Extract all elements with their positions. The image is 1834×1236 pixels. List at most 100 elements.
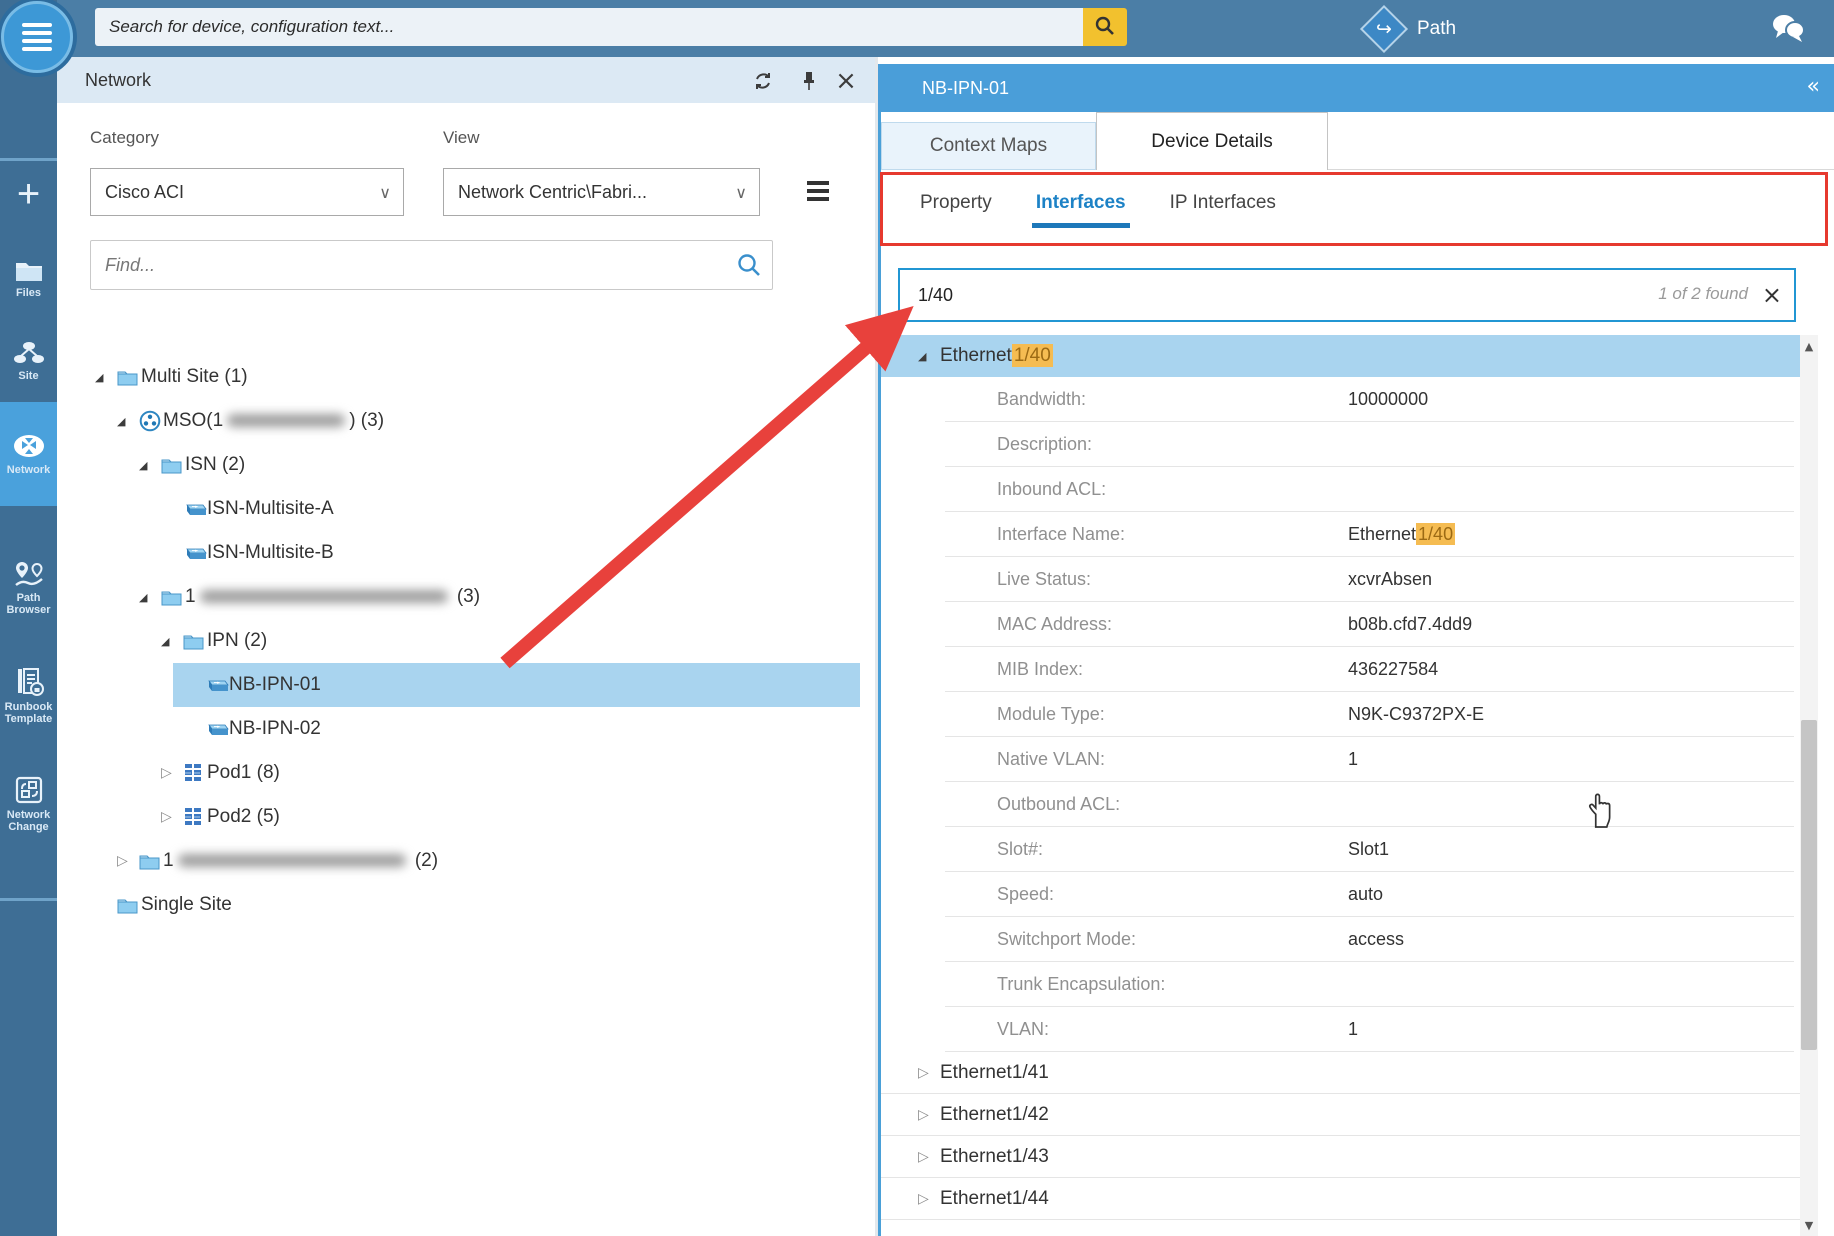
- tree-item-label: 1 (2): [163, 850, 438, 872]
- expand-icon[interactable]: ▷: [161, 809, 183, 825]
- tree-item-ipn-2[interactable]: ◢IPN (2): [151, 619, 860, 663]
- expand-icon[interactable]: ▷: [918, 1107, 940, 1123]
- tree-item-label: Single Site: [141, 894, 232, 916]
- interface-row-ethernet1-44[interactable]: ▷Ethernet1/44: [878, 1178, 1800, 1220]
- scrollbar-thumb[interactable]: [1801, 720, 1817, 1050]
- expand-collapse-icon[interactable]: ◢: [918, 350, 940, 363]
- network-panel-header: Network ×: [57, 57, 875, 103]
- property-label: Interface Name:: [945, 524, 1348, 545]
- interface-row-ethernet1-42[interactable]: ▷Ethernet1/42: [878, 1094, 1800, 1136]
- tree-item-isn-multisite-b[interactable]: ISN-Multisite-B: [151, 531, 860, 575]
- folder-icon: [161, 457, 185, 474]
- interface-row-ethernet1-41[interactable]: ▷Ethernet1/41: [878, 1052, 1800, 1094]
- close-icon[interactable]: ×: [834, 69, 858, 93]
- property-row-interface-name: Interface Name:Ethernet1/40: [945, 512, 1794, 557]
- global-search-input[interactable]: [95, 8, 1083, 46]
- pod-icon: [183, 807, 207, 827]
- tree-item-label: NB-IPN-02: [229, 718, 321, 740]
- property-row-inbound-acl: Inbound ACL:: [945, 467, 1794, 512]
- tree-item-multi-site-1[interactable]: ◢ Multi Site (1): [85, 355, 860, 399]
- expand-collapse-icon[interactable]: ◢: [95, 371, 117, 384]
- pin-icon[interactable]: [797, 69, 821, 93]
- clear-search-icon[interactable]: ×: [1762, 281, 1782, 309]
- chat-icon[interactable]: [1769, 11, 1809, 50]
- rail-separator: [0, 898, 57, 901]
- sidebar-item-runbook-template[interactable]: RunbookTemplate: [0, 644, 57, 748]
- property-label: Description:: [945, 434, 1348, 455]
- expand-collapse-icon[interactable]: ◢: [117, 415, 139, 428]
- property-row-native-vlan: Native VLAN:1: [945, 737, 1794, 782]
- tree-item-label: MSO(1) (3): [163, 410, 384, 432]
- tree-menu-button[interactable]: [807, 178, 835, 204]
- tree-item-1[interactable]: ▷ 1 (2): [107, 839, 860, 883]
- interface-name: Ethernet1/44: [940, 1188, 1049, 1210]
- scrollbar[interactable]: ▲ ▼: [1800, 335, 1818, 1236]
- view-select[interactable]: Network Centric\Fabri... ∨: [443, 168, 760, 216]
- tree-find-input[interactable]: [91, 241, 772, 289]
- category-value: Cisco ACI: [105, 182, 184, 203]
- property-value: 436227584: [1348, 659, 1438, 680]
- expand-icon[interactable]: ▷: [918, 1149, 940, 1165]
- expand-icon[interactable]: ▷: [161, 765, 183, 781]
- tree-item-nb-ipn-01[interactable]: NB-IPN-01: [173, 663, 860, 707]
- scroll-down-icon[interactable]: ▼: [1800, 1216, 1818, 1234]
- tab-context-maps[interactable]: Context Maps: [881, 122, 1096, 170]
- property-row-description: Description:: [945, 422, 1794, 467]
- tree-item-single-site[interactable]: Single Site: [85, 883, 860, 927]
- scroll-up-icon[interactable]: ▲: [1800, 337, 1818, 355]
- tree-item-pod1-8[interactable]: ▷Pod1 (8): [151, 751, 860, 795]
- expand-icon[interactable]: ▷: [117, 853, 139, 869]
- property-label: Live Status:: [945, 569, 1348, 590]
- view-label: View: [443, 128, 480, 148]
- runbook-template-icon: [14, 667, 44, 697]
- property-value: Slot1: [1348, 839, 1389, 860]
- hamburger-icon: [22, 23, 52, 51]
- property-row-bandwidth: Bandwidth:10000000: [945, 377, 1794, 422]
- category-select[interactable]: Cisco ACI ∨: [90, 168, 404, 216]
- expand-icon[interactable]: ▷: [918, 1065, 940, 1081]
- expand-collapse-icon[interactable]: ◢: [139, 459, 161, 472]
- expand-collapse-icon[interactable]: ◢: [139, 591, 161, 604]
- sidebar-item-label: Network: [7, 464, 50, 476]
- tree-item-label: ISN-Multisite-A: [207, 498, 334, 520]
- sidebar-item-site[interactable]: Site: [0, 320, 57, 402]
- expand-collapse-icon[interactable]: ◢: [161, 635, 183, 648]
- redacted-text: [227, 414, 345, 427]
- global-search-button[interactable]: [1083, 8, 1127, 46]
- property-value: xcvrAbsen: [1348, 569, 1432, 590]
- subtab-ip-interfaces[interactable]: IP Interfaces: [1170, 192, 1276, 228]
- refresh-icon[interactable]: [751, 69, 775, 93]
- tree-item-isn-multisite-a[interactable]: ISN-Multisite-A: [151, 487, 860, 531]
- subtab-property[interactable]: Property: [920, 192, 992, 228]
- property-value: 1: [1348, 749, 1358, 770]
- tree-item-mso-1[interactable]: ◢ MSO(1) (3): [107, 399, 860, 443]
- tree-item-pod2-5[interactable]: ▷Pod2 (5): [151, 795, 860, 839]
- property-value: N9K-C9372PX-E: [1348, 704, 1484, 725]
- tree-item-nb-ipn-02[interactable]: NB-IPN-02: [173, 707, 860, 751]
- main-menu-button[interactable]: [1, 1, 73, 73]
- find-search-icon[interactable]: [736, 252, 762, 283]
- sidebar-item-network[interactable]: Network: [0, 402, 57, 506]
- app-rail: + FilesSite Network PathBrowser RunbookTempl…: [0, 0, 57, 1236]
- path-menu-item[interactable]: ↪ Path: [1367, 0, 1456, 57]
- tree-item-label: Multi Site (1): [141, 366, 248, 388]
- sidebar-item-files[interactable]: Files: [0, 238, 57, 320]
- tab-device-details[interactable]: Device Details: [1096, 112, 1328, 170]
- expand-icon[interactable]: ▷: [918, 1191, 940, 1207]
- interface-name: Ethernet1/43: [940, 1146, 1049, 1168]
- sidebar-item-add[interactable]: +: [0, 165, 57, 223]
- subtab-interfaces[interactable]: Interfaces: [1036, 192, 1126, 228]
- sidebar-item-network-change[interactable]: NetworkChange: [0, 754, 57, 854]
- search-icon: [1094, 15, 1116, 40]
- sidebar-item-path-browser[interactable]: PathBrowser: [0, 540, 57, 636]
- tree-item-1[interactable]: ◢1 (3): [129, 575, 860, 619]
- collapse-panel-icon[interactable]: «: [1807, 74, 1820, 99]
- tree-item-isn-2[interactable]: ◢ISN (2): [129, 443, 860, 487]
- category-label: Category: [90, 128, 159, 148]
- property-label: VLAN:: [945, 1019, 1348, 1040]
- property-value: 10000000: [1348, 389, 1428, 410]
- property-label: Slot#:: [945, 839, 1348, 860]
- interface-row-ethernet1-40[interactable]: ◢Ethernet1/40: [878, 335, 1800, 377]
- interface-row-ethernet1-43[interactable]: ▷Ethernet1/43: [878, 1136, 1800, 1178]
- property-row-live-status: Live Status:xcvrAbsen: [945, 557, 1794, 602]
